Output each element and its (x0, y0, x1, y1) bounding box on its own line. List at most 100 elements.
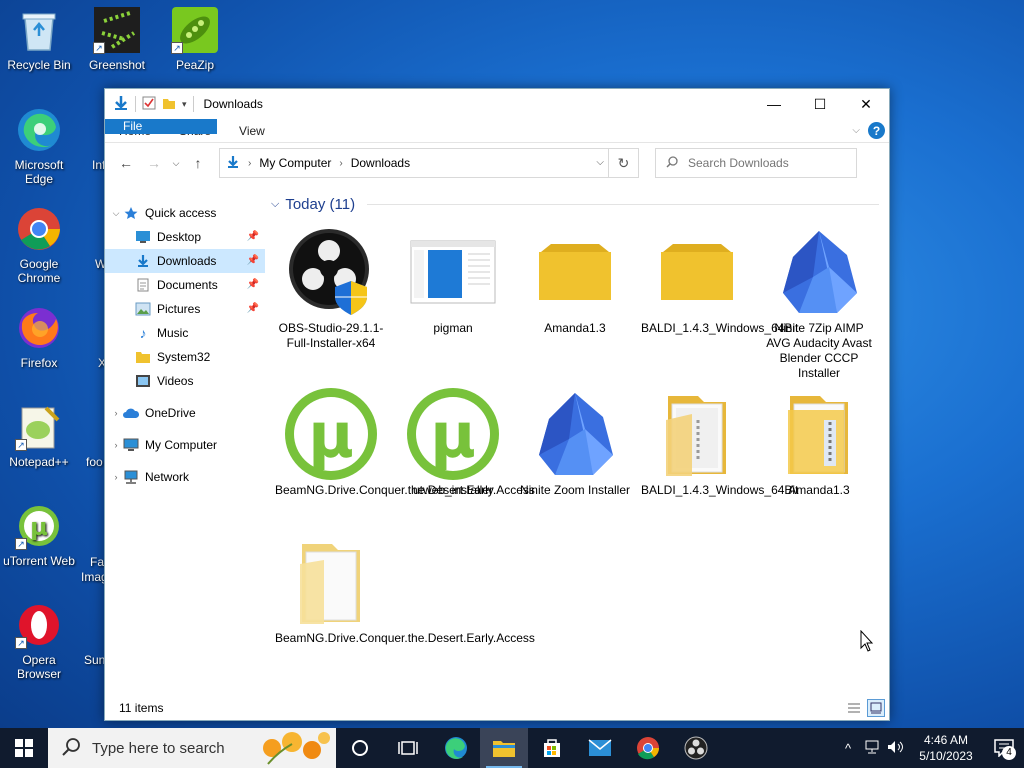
group-header-label: Today (11) (285, 195, 356, 213)
address-bar[interactable]: › My Computer › Downloads ⌵ ↻ (219, 148, 639, 178)
file-item[interactable]: pigman (397, 227, 509, 336)
show-hidden-icons-chevron-icon[interactable]: ^ (836, 741, 860, 756)
taskbar-edge-button[interactable] (432, 728, 480, 768)
search-input[interactable] (688, 156, 848, 170)
network-icon[interactable] (860, 740, 884, 757)
forward-button[interactable]: → (141, 150, 167, 176)
shortcut-arrow-icon: ↗ (15, 439, 27, 451)
taskbar-chrome-button[interactable] (624, 728, 672, 768)
task-view-button[interactable] (384, 728, 432, 768)
desktop-icon-chrome[interactable]: Google Chrome (3, 205, 75, 285)
sidebar-item-downloads[interactable]: Downloads 📌 (105, 249, 265, 273)
sidebar-item-my-computer[interactable]: › My Computer (105, 433, 265, 457)
folder-icon (527, 227, 623, 317)
taskbar-search-box[interactable]: Type here to search (48, 728, 336, 768)
address-history-dropdown-icon[interactable]: ⌵ (596, 157, 604, 168)
file-item[interactable]: Ninite Zoom Installer (519, 389, 631, 498)
minimize-button[interactable]: — (751, 89, 797, 119)
sidebar-item-quick-access[interactable]: ⌵ Quick access (105, 201, 265, 225)
pin-icon[interactable]: 📌 (247, 231, 259, 242)
file-explorer-icon (493, 741, 515, 757)
maximize-button[interactable]: ☐ (797, 89, 843, 119)
notification-count-badge: 4 (1002, 746, 1016, 760)
sidebar-item-system32[interactable]: System32 (105, 345, 265, 369)
desktop-icon-utorrent-web[interactable]: µ ↗ uTorrent Web (3, 502, 75, 568)
quick-access-toolbar: ▾ (105, 95, 194, 114)
desktop-icon-firefox[interactable]: Firefox (3, 304, 75, 370)
star-icon (123, 205, 139, 221)
large-icons-view-button[interactable] (867, 699, 885, 717)
title-bar[interactable]: ▾ Downloads — ☐ ✕ (105, 89, 889, 119)
utorrent-icon: µ (405, 388, 501, 480)
collapse-chevron-icon[interactable]: ⌵ (109, 208, 123, 219)
collapse-chevron-icon[interactable]: ⌵ (271, 198, 279, 211)
recent-locations-dropdown-icon[interactable]: ⌵ (169, 150, 183, 176)
sidebar-item-onedrive[interactable]: › OneDrive (105, 401, 265, 425)
pin-icon[interactable]: 📌 (247, 279, 259, 290)
desktop-icon-notepadpp[interactable]: ↗ Notepad++ (3, 403, 75, 469)
file-item[interactable]: OBS-Studio-29.1.1-Full-Installer-x64 (275, 227, 387, 351)
sidebar-item-videos[interactable]: Videos (105, 369, 265, 393)
properties-icon[interactable] (142, 96, 156, 113)
breadcrumb-separator-icon: › (339, 157, 343, 169)
help-button[interactable]: ? (868, 122, 885, 139)
group-header-today[interactable]: ⌵ Today (11) (271, 189, 879, 219)
close-button[interactable]: ✕ (843, 89, 889, 119)
tab-file[interactable]: File (105, 119, 217, 134)
pictures-icon (135, 301, 151, 317)
expand-chevron-icon[interactable]: › (109, 440, 123, 450)
desktop-icon-peazip[interactable]: ↗ PeaZip (159, 6, 231, 72)
customize-toolbar-dropdown-icon[interactable]: ▾ (182, 99, 187, 110)
action-center-button[interactable]: 4 (984, 728, 1024, 768)
clock[interactable]: 4:46 AM 5/10/2023 (908, 732, 984, 764)
tab-view[interactable]: View (225, 119, 279, 142)
pin-icon[interactable]: 📌 (247, 303, 259, 314)
file-name: BeamNG.Drive.Conquer.the.Desert.Early.Ac… (275, 631, 535, 645)
volume-icon[interactable] (884, 740, 908, 757)
taskbar-store-button[interactable] (528, 728, 576, 768)
new-folder-icon[interactable] (162, 96, 176, 113)
desktop-icon-label: Notepad++ (9, 455, 69, 469)
file-item[interactable]: BeamNG.Drive.Conquer.the.Desert.Early.Ac… (275, 537, 535, 646)
back-button[interactable]: ← (113, 150, 139, 176)
taskbar-obs-button[interactable] (672, 728, 720, 768)
start-button[interactable] (0, 728, 48, 768)
file-item[interactable]: Amanda1.3 (763, 389, 875, 498)
desktop-icon-edge[interactable]: Microsoft Edge (3, 106, 75, 186)
up-button[interactable]: ↑ (185, 150, 211, 176)
desktop-icon-recycle-bin[interactable]: Recycle Bin (3, 6, 75, 72)
breadcrumb-item-downloads[interactable]: Downloads (351, 156, 410, 170)
expand-chevron-icon[interactable]: › (109, 408, 123, 418)
sidebar-item-desktop[interactable]: Desktop 📌 (105, 225, 265, 249)
sidebar-item-label: System32 (157, 350, 211, 364)
desktop-icon-greenshot[interactable]: ↗ Greenshot (81, 6, 153, 72)
notepadpp-icon: ↗ (15, 403, 63, 451)
details-view-button[interactable] (845, 699, 863, 717)
sidebar-item-label: Quick access (145, 206, 217, 220)
taskbar-mail-button[interactable] (576, 728, 624, 768)
file-item[interactable]: Ninite 7Zip AIMP AVG Audacity Avast Blen… (763, 227, 875, 381)
file-item[interactable]: µ utweb_installer (397, 388, 509, 498)
sidebar-item-network[interactable]: › Network (105, 465, 265, 489)
refresh-button[interactable]: ↻ (608, 149, 638, 177)
expand-chevron-icon[interactable]: › (109, 472, 123, 482)
file-item[interactable]: BALDI_1.4.3_Windows_64Bit (641, 389, 798, 498)
cortana-button[interactable] (336, 728, 384, 768)
expand-ribbon-chevron-icon[interactable]: ⌵ (852, 125, 860, 136)
peazip-icon: ↗ (171, 6, 219, 54)
pin-icon[interactable]: 📌 (247, 255, 259, 266)
search-icon (666, 155, 678, 171)
search-box[interactable] (655, 148, 857, 178)
ninite-icon (527, 389, 623, 479)
taskbar-file-explorer-button[interactable] (480, 728, 528, 768)
desktop-icon-opera[interactable]: ↗ Opera Browser (3, 601, 75, 681)
sidebar-item-music[interactable]: ♪ Music (105, 321, 265, 345)
file-item[interactable]: µ BeamNG.Drive.Conquer.the.Desert.Early.… (275, 388, 535, 498)
sidebar-item-documents[interactable]: Documents 📌 (105, 273, 265, 297)
file-item[interactable]: Amanda1.3 (519, 227, 631, 336)
sidebar-item-label: Network (145, 470, 190, 484)
breadcrumb-item-my-computer[interactable]: My Computer (259, 156, 331, 170)
recycle-bin-icon (15, 6, 63, 54)
sidebar-item-pictures[interactable]: Pictures 📌 (105, 297, 265, 321)
file-item[interactable]: BALDI_1.4.3_Windows_64Bit (641, 227, 798, 336)
